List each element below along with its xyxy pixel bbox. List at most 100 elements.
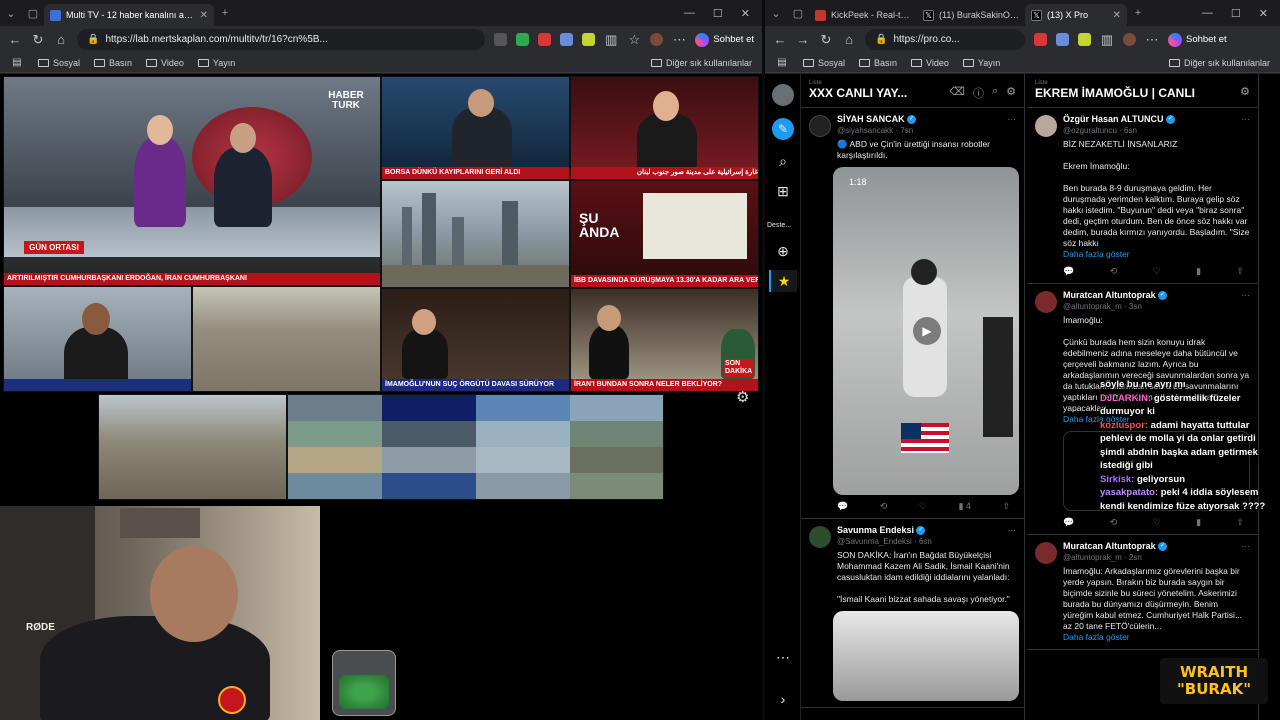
starred-deck-icon[interactable]: ★: [769, 270, 797, 292]
extension-icon[interactable]: [538, 33, 552, 46]
workspaces-icon[interactable]: ▢: [22, 7, 44, 20]
add-deck-icon[interactable]: ⊕: [774, 242, 792, 260]
settings-gear-icon[interactable]: ⚙: [736, 388, 749, 406]
author-name[interactable]: SİYAH SANCAK: [837, 114, 905, 124]
show-more-link[interactable]: Daha fazla göster: [1063, 632, 1250, 643]
bookmark-folder[interactable]: Yayın: [197, 58, 235, 68]
bookmark-folder[interactable]: Video: [911, 58, 949, 68]
more-icon[interactable]: ⋯: [1242, 290, 1251, 301]
bookmark-folder[interactable]: Video: [146, 58, 184, 68]
tweet[interactable]: Muratcan Altuntoprak ✓ @altuntoprak_m · …: [1027, 535, 1258, 650]
tv-tile-2[interactable]: BORSA DÜNKÜ KAYIPLARINI GERİ ALDI: [381, 76, 570, 180]
new-tab-icon[interactable]: +: [214, 7, 236, 19]
tv-tile-cams[interactable]: [287, 394, 664, 500]
back-icon[interactable]: ←: [8, 32, 22, 47]
author-name[interactable]: Savunma Endeksi: [837, 525, 914, 535]
more-icon[interactable]: ⋯: [1008, 114, 1017, 125]
back-icon[interactable]: ←: [773, 32, 787, 47]
views-icon[interactable]: ▮: [1196, 517, 1201, 528]
profile-avatar[interactable]: [1123, 33, 1136, 46]
tweet[interactable]: SİYAH SANCAK ✓ @siyahsancakk · 7sn ⋯ 🔵 A…: [801, 108, 1024, 519]
close-window-icon[interactable]: ✕: [741, 7, 750, 20]
tv-tile-9[interactable]: İRAN'I BUNDAN SONRA NELER BEKLİYOR? SON …: [570, 288, 759, 392]
more-icon[interactable]: ⋯: [1242, 541, 1251, 552]
close-tab-icon[interactable]: ✕: [1113, 10, 1121, 21]
bookmark-folder[interactable]: Basın: [859, 58, 897, 68]
maximize-icon[interactable]: ☐: [1231, 7, 1241, 20]
copilot-chat-button[interactable]: Sohbet et: [1168, 32, 1227, 47]
share-icon[interactable]: ⇧: [1002, 501, 1010, 512]
account-avatar[interactable]: [772, 84, 794, 106]
tv-tile-5[interactable]: ŞU ANDA İBB DAVASINDA DURUŞMAYA 13.30'A …: [570, 180, 759, 288]
tab-actions-icon[interactable]: ⌄: [765, 7, 787, 20]
reply-icon[interactable]: 💬: [1063, 266, 1074, 277]
tv-tile-4[interactable]: [381, 180, 570, 288]
extension-icon[interactable]: [560, 33, 574, 46]
tv-tile-7[interactable]: [192, 286, 381, 392]
close-tab-icon[interactable]: ✕: [200, 10, 208, 21]
share-icon[interactable]: ⇧: [1236, 266, 1244, 277]
clear-icon[interactable]: ⌫: [949, 85, 965, 101]
add-column-icon[interactable]: ⊞: [774, 182, 792, 200]
author-name[interactable]: Muratcan Altuntoprak: [1063, 290, 1156, 300]
split-screen-icon[interactable]: ▥: [1100, 32, 1114, 48]
tv-tile-6[interactable]: [3, 286, 192, 392]
maximize-icon[interactable]: ☐: [713, 7, 723, 20]
retweet-icon[interactable]: ⟲: [880, 501, 888, 512]
more-options-icon[interactable]: ⋯: [774, 648, 792, 666]
more-icon[interactable]: ⋯: [1242, 114, 1251, 125]
extension-icon[interactable]: [1056, 33, 1069, 46]
bookmark-folder[interactable]: Yayın: [962, 58, 1000, 68]
split-screen-icon[interactable]: ▥: [604, 32, 618, 48]
home-icon[interactable]: ⌂: [842, 32, 856, 47]
url-field[interactable]: 🔒 https://lab.mertskaplan.com/multitv/tr…: [77, 29, 486, 50]
tab-kickpeek[interactable]: KickPeek - Real-tim...: [809, 4, 917, 26]
bookmark-folder[interactable]: Basın: [94, 58, 132, 68]
tweet-video[interactable]: 1:18 ▶: [833, 167, 1019, 495]
forward-icon[interactable]: →: [796, 32, 810, 47]
share-icon[interactable]: ⇧: [1236, 517, 1244, 528]
tv-tile-8[interactable]: İMAMOĞLU'NUN SUÇ ÖRGÜTÜ DAVASI SÜRÜYOR: [381, 288, 570, 392]
extension-icon[interactable]: [516, 33, 530, 46]
bookmark-folder[interactable]: Sosyal: [803, 58, 845, 68]
tweet[interactable]: Özgür Hasan ALTUNCU ✓ @ozguraltuncu · 6s…: [1027, 108, 1258, 284]
expand-sidebar-icon[interactable]: ›: [774, 690, 792, 708]
more-menu-icon[interactable]: ⋯: [1145, 32, 1159, 48]
author-name[interactable]: Muratcan Altuntoprak: [1063, 541, 1156, 551]
like-icon[interactable]: ♡: [1153, 517, 1161, 528]
extension-icon[interactable]: [582, 33, 596, 46]
search-icon[interactable]: ⌕: [992, 85, 998, 101]
bookmark-folder[interactable]: Sosyal: [38, 58, 80, 68]
minimize-icon[interactable]: —: [684, 7, 695, 20]
url-field[interactable]: 🔒 https://pro.co...: [865, 29, 1025, 50]
like-icon[interactable]: ♡: [919, 501, 927, 512]
more-menu-icon[interactable]: ⋯: [672, 32, 686, 48]
more-icon[interactable]: ⋯: [1008, 525, 1017, 536]
refresh-icon[interactable]: ↻: [819, 32, 833, 48]
extension-icon[interactable]: [494, 33, 508, 46]
sidebar-toggle-icon[interactable]: ▤: [775, 57, 789, 68]
profile-avatar[interactable]: [650, 33, 664, 46]
tab-multi-tv[interactable]: Multi TV - 12 haber kanalını aynı a... ✕: [44, 4, 214, 26]
tab-actions-icon[interactable]: ⌄: [0, 7, 22, 20]
info-icon[interactable]: ⓘ: [973, 85, 984, 101]
tweet[interactable]: Savunma Endeksi ✓ @Savunma_Endeksi · 6sn…: [801, 519, 1024, 708]
reply-icon[interactable]: 💬: [837, 501, 848, 512]
play-icon[interactable]: ▶: [913, 317, 941, 345]
close-window-icon[interactable]: ✕: [1259, 7, 1268, 20]
reply-icon[interactable]: 💬: [1063, 517, 1074, 528]
new-tab-icon[interactable]: +: [1127, 7, 1149, 19]
other-bookmarks-folder[interactable]: Diğer sık kullanılanlar: [1168, 58, 1270, 68]
views-icon[interactable]: ▮: [1196, 266, 1201, 277]
author-name[interactable]: Özgür Hasan ALTUNCU: [1063, 114, 1164, 124]
retweet-icon[interactable]: ⟲: [1110, 517, 1118, 528]
other-bookmarks-folder[interactable]: Diğer sık kullanılanlar: [650, 58, 752, 68]
settings-icon[interactable]: ⚙: [1006, 85, 1016, 101]
copilot-chat-button[interactable]: Sohbet et: [695, 32, 754, 47]
retweet-icon[interactable]: ⟲: [1110, 266, 1118, 277]
show-more-link[interactable]: Daha fazla göster: [1063, 249, 1250, 260]
sidebar-toggle-icon[interactable]: ▤: [10, 57, 24, 68]
views-icon[interactable]: ▮ 4: [958, 501, 970, 512]
settings-icon[interactable]: ⚙: [1240, 85, 1250, 98]
workspaces-icon[interactable]: ▢: [787, 7, 809, 20]
